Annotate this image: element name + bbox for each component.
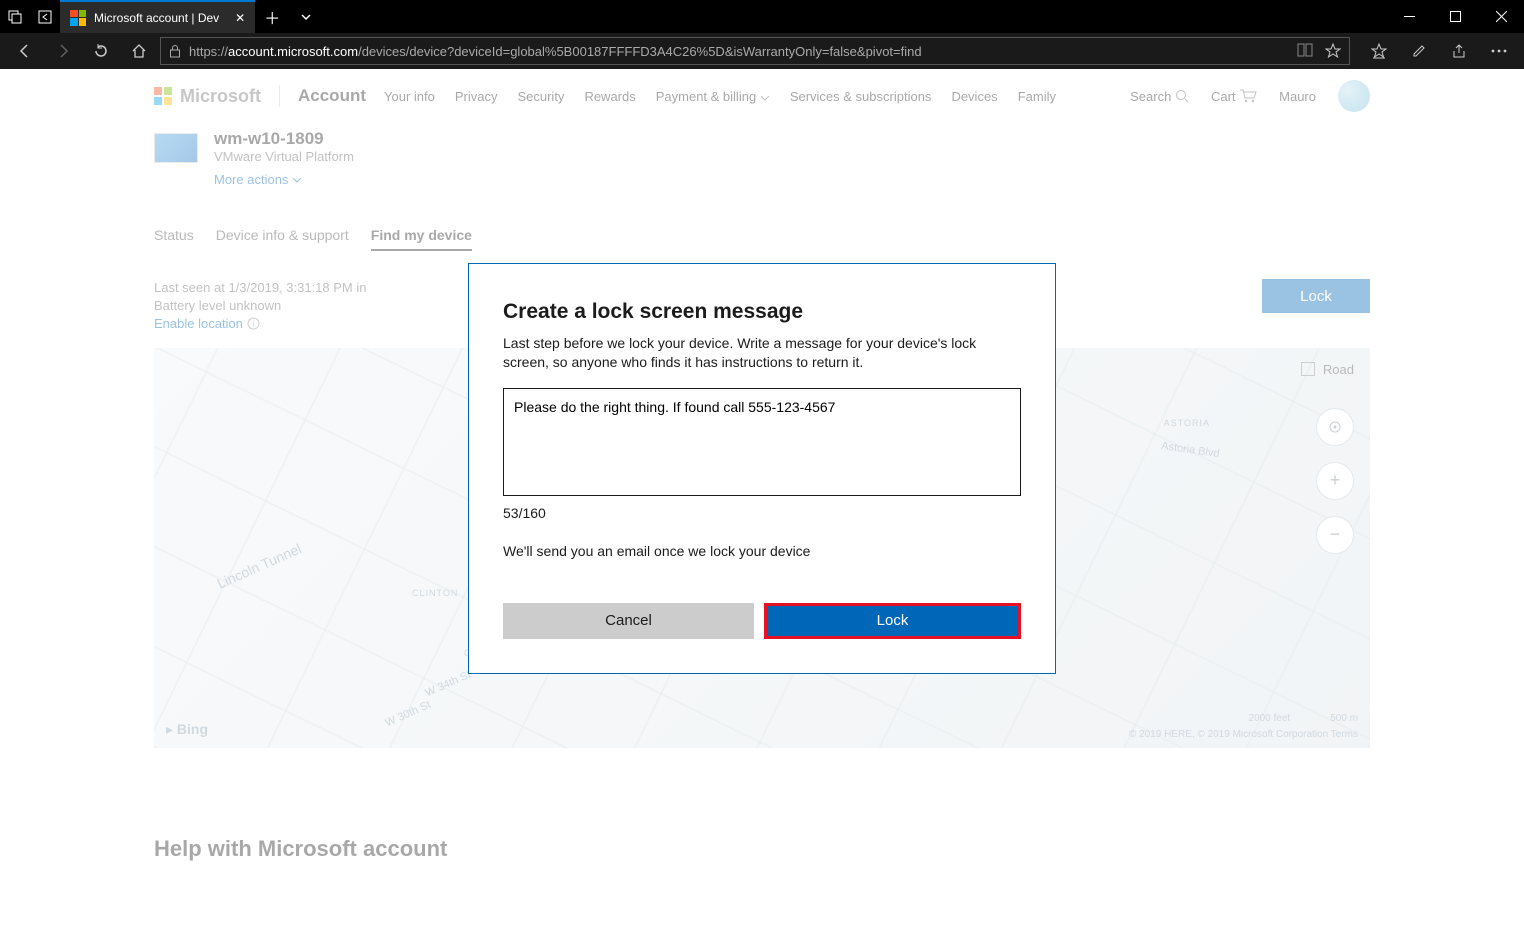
tab-chevron-icon[interactable] (289, 0, 323, 33)
favorite-star-icon[interactable] (1325, 43, 1341, 59)
notes-icon[interactable] (1402, 35, 1436, 67)
more-menu-icon[interactable] (1482, 35, 1516, 67)
forward-button[interactable] (46, 35, 80, 67)
modal-email-note: We'll send you an email once we lock you… (503, 543, 1021, 559)
cancel-button[interactable]: Cancel (503, 603, 754, 639)
lock-confirm-button[interactable]: Lock (764, 603, 1021, 639)
window-titlebar: Microsoft account | Dev ✕ ＋ (0, 0, 1524, 33)
lock-message-input[interactable]: Please do the right thing. If found call… (503, 388, 1021, 496)
address-bar: https://account.microsoft.com/devices/de… (0, 33, 1524, 69)
modal-description: Last step before we lock your device. Wr… (503, 334, 1021, 372)
tab-actions-icon[interactable] (0, 0, 30, 33)
set-aside-tabs-icon[interactable] (30, 0, 60, 33)
new-tab-button[interactable]: ＋ (255, 0, 289, 33)
modal-title: Create a lock screen message (503, 300, 1021, 324)
url-input[interactable]: https://account.microsoft.com/devices/de… (160, 37, 1350, 65)
url-host: account.microsoft.com (228, 44, 358, 59)
page-body: Microsoft Account Your info Privacy Secu… (0, 69, 1524, 942)
modal-overlay: Create a lock screen message Last step b… (0, 69, 1524, 942)
share-icon[interactable] (1442, 35, 1476, 67)
url-prefix: https:// (189, 44, 228, 59)
favorites-list-icon[interactable] (1362, 35, 1396, 67)
browser-tab[interactable]: Microsoft account | Dev ✕ (60, 0, 255, 33)
lock-icon (169, 44, 181, 58)
reading-view-icon[interactable] (1297, 43, 1313, 59)
url-path: /devices/device?deviceId=global%5B00187F… (358, 44, 922, 59)
home-button[interactable] (122, 35, 156, 67)
tab-close-icon[interactable]: ✕ (235, 11, 245, 25)
minimize-button[interactable] (1386, 0, 1432, 33)
char-counter: 53/160 (503, 505, 1021, 521)
back-button[interactable] (8, 35, 42, 67)
close-window-button[interactable] (1478, 0, 1524, 33)
refresh-button[interactable] (84, 35, 118, 67)
maximize-button[interactable] (1432, 0, 1478, 33)
tab-title: Microsoft account | Dev (94, 11, 219, 25)
lock-message-modal: Create a lock screen message Last step b… (468, 263, 1056, 674)
ms-favicon (70, 10, 86, 26)
